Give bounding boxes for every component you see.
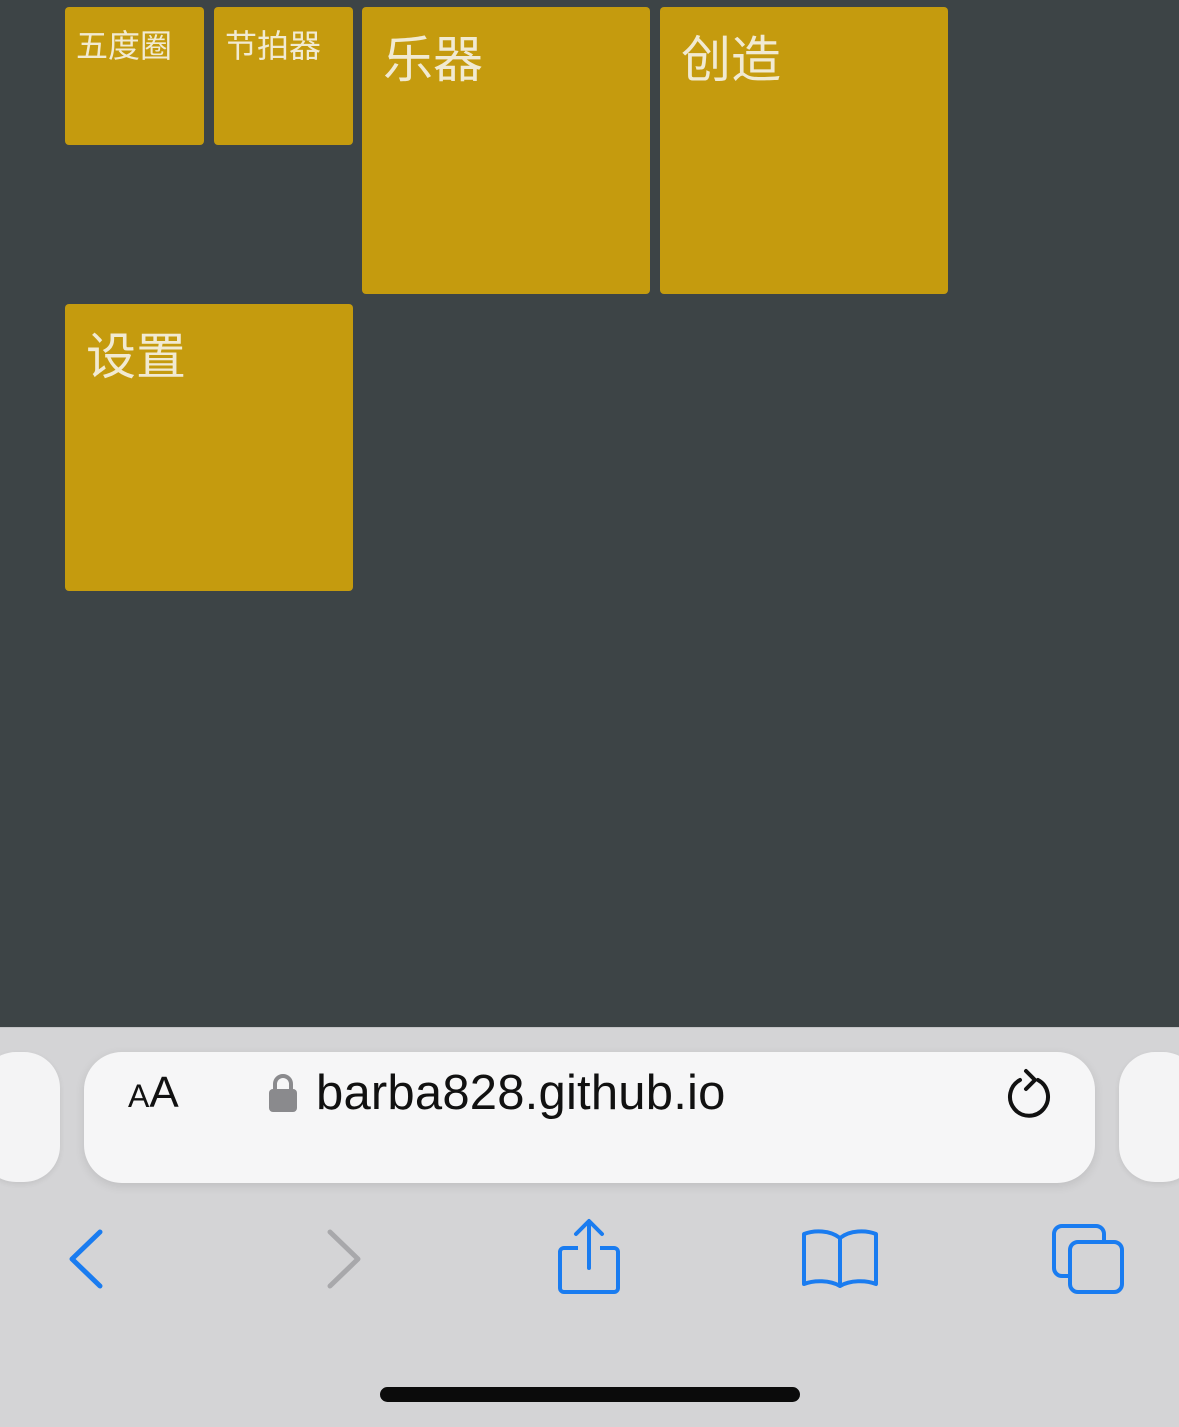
book-icon[interactable] bbox=[800, 1226, 880, 1290]
reload-icon[interactable] bbox=[1002, 1068, 1056, 1122]
share-icon[interactable] bbox=[556, 1218, 622, 1296]
text-size-button[interactable]: AA bbox=[128, 1068, 179, 1118]
tile-label: 乐器 bbox=[383, 31, 483, 89]
tile-settings[interactable]: 设置 bbox=[65, 304, 353, 591]
previous-tab-preview[interactable] bbox=[0, 1052, 60, 1182]
tile-instruments[interactable]: 乐器 bbox=[362, 7, 650, 294]
tile-label: 设置 bbox=[86, 328, 186, 386]
tile-create[interactable]: 创造 bbox=[660, 7, 948, 294]
tile-label: 五度圈 bbox=[76, 27, 173, 65]
home-indicator[interactable] bbox=[380, 1387, 800, 1402]
tile-label: 创造 bbox=[681, 31, 781, 89]
tabs-icon[interactable] bbox=[1050, 1222, 1126, 1296]
text-size-large-a: A bbox=[149, 1068, 179, 1117]
url-display[interactable]: barba828.github.io bbox=[268, 1058, 828, 1128]
chevron-right-icon[interactable] bbox=[320, 1228, 370, 1290]
web-page-content: 五度圈 节拍器 乐器 创造 设置 bbox=[0, 0, 1179, 1028]
chevron-left-icon[interactable] bbox=[62, 1228, 112, 1290]
text-size-small-a: A bbox=[128, 1078, 150, 1114]
url-text: barba828.github.io bbox=[316, 1066, 726, 1120]
tile-circle-of-fifths[interactable]: 五度圈 bbox=[65, 7, 204, 145]
browser-bottom-bar: AA barba828.github.io bbox=[0, 1027, 1179, 1427]
next-tab-preview[interactable] bbox=[1119, 1052, 1179, 1182]
tile-metronome[interactable]: 节拍器 bbox=[214, 7, 353, 145]
lock-icon bbox=[269, 1074, 297, 1112]
tile-label: 节拍器 bbox=[225, 27, 322, 65]
